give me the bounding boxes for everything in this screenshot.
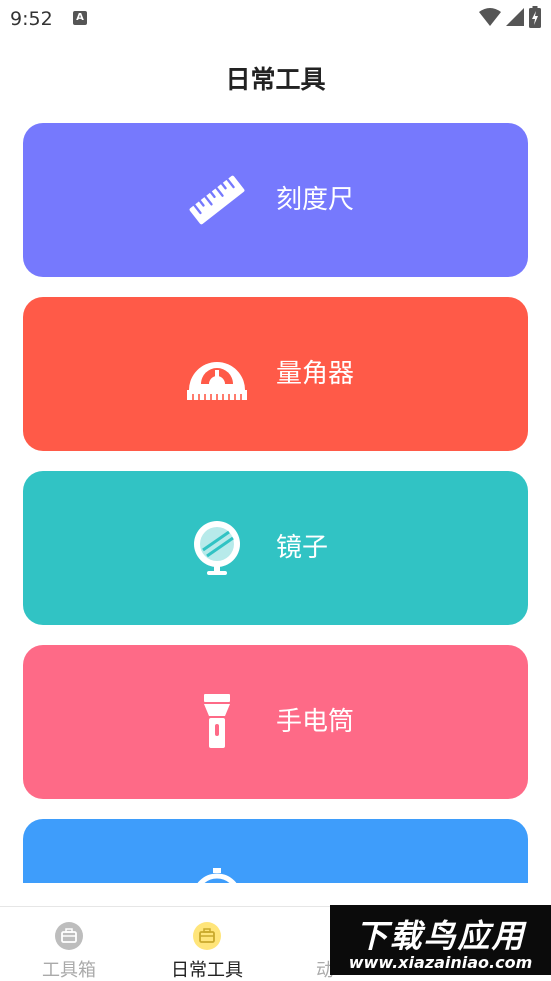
tool-label: 手电筒 xyxy=(276,707,355,737)
status-time: 9:52 xyxy=(10,8,53,30)
status-bar: 9:52 A xyxy=(0,0,551,38)
flashlight-icon xyxy=(187,692,247,752)
tool-card-stopwatch[interactable] xyxy=(23,819,528,883)
tool-card-protractor[interactable]: 量角器 xyxy=(23,297,528,451)
tool-list: 刻度尺 量角器 镜子 手电筒 xyxy=(0,123,551,883)
nav-item-toolbox[interactable]: 工具箱 xyxy=(0,907,138,981)
tool-card-ruler[interactable]: 刻度尺 xyxy=(23,123,528,277)
mirror-icon xyxy=(187,518,247,578)
status-icons xyxy=(479,6,541,32)
tool-card-mirror[interactable]: 镜子 xyxy=(23,471,528,625)
signal-icon xyxy=(505,7,525,31)
toolbox-icon xyxy=(192,921,222,951)
nav-label: 工具箱 xyxy=(42,960,96,981)
battery-icon xyxy=(529,6,541,32)
protractor-icon xyxy=(187,344,247,404)
tool-label: 量角器 xyxy=(276,359,355,389)
watermark-logo: 下载鸟应用 www.xiazainiao.com xyxy=(330,905,551,975)
toolbox-icon xyxy=(54,921,84,951)
notification-a-icon: A xyxy=(73,11,87,25)
ruler-icon xyxy=(187,170,247,230)
app-screen: 9:52 A 日常工具 刻度尺 量角器 镜子 手电筒 工具箱 日常工具 动 下载… xyxy=(0,0,551,981)
tool-label: 刻度尺 xyxy=(276,185,355,215)
tool-label: 镜子 xyxy=(276,533,329,563)
page-title: 日常工具 xyxy=(225,65,326,94)
watermark-main-text: 下载鸟应用 xyxy=(355,917,526,955)
tool-card-flashlight[interactable]: 手电筒 xyxy=(23,645,528,799)
wifi-icon xyxy=(479,7,501,31)
stopwatch-icon xyxy=(187,866,247,883)
watermark-url-text: www.xiazainiao.com xyxy=(348,953,533,972)
